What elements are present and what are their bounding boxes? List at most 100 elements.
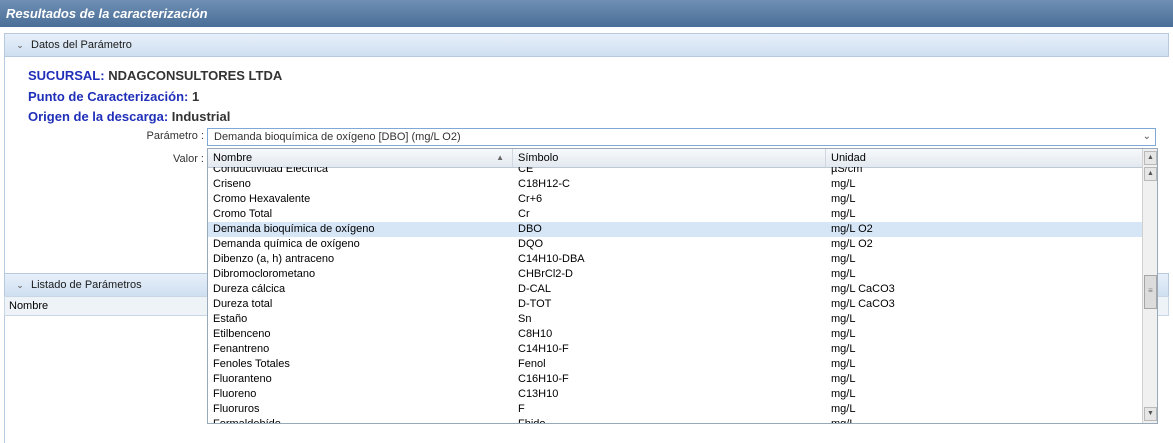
cell-nombre: Fenoles Totales <box>213 358 290 370</box>
cell-nombre: Cromo Hexavalente <box>213 193 311 205</box>
dropdown-rows: Conductividad Eléctrica CE µS/cm Criseno C18… <box>208 167 1143 423</box>
origen-value: Industrial <box>171 109 231 124</box>
cell-nombre: Fluoruros <box>213 403 260 415</box>
cell-nombre: Demanda química de oxígeno <box>213 238 360 250</box>
cell-unidad: mg/L <box>831 253 856 265</box>
dropdown-row[interactable]: Criseno C18H12-C mg/L <box>208 177 1143 192</box>
cell-simbolo: C14H10-F <box>518 343 569 355</box>
dropdown-row[interactable]: Dibenzo (a, h) antraceno C14H10-DBA mg/L <box>208 252 1143 267</box>
cell-simbolo: Cr+6 <box>518 193 543 205</box>
dropdown-row[interactable]: Formaldehído Fhido mg/L <box>208 417 1143 423</box>
scroll-thumb[interactable]: ≡ <box>1144 275 1157 309</box>
column-header-unidad[interactable]: Unidad <box>826 149 1143 167</box>
panel-border <box>4 57 5 296</box>
cell-simbolo: D-TOT <box>518 298 552 310</box>
dropdown-row[interactable]: Fluoruros Fmg/L <box>208 402 1143 417</box>
cell-nombre: Fenantreno <box>213 343 270 355</box>
cell-unidad: mg/L <box>831 268 856 280</box>
cell-nombre: Fluoreno <box>213 388 257 400</box>
scroll-up-icon[interactable]: ▲ <box>1144 151 1157 165</box>
cell-simbolo: DBO <box>518 223 542 235</box>
parametro-label: Parámetro : <box>146 130 204 142</box>
cell-unidad: mg/L <box>831 403 856 415</box>
dropdown-row[interactable]: Demanda química de oxígeno DQO mg/L O2 <box>208 237 1143 252</box>
column-header-simbolo[interactable]: Símbolo <box>513 149 826 167</box>
cell-unidad: mg/L CaCO3 <box>831 298 895 310</box>
sort-asc-icon: ▲ <box>496 153 504 162</box>
cell-simbolo: C14H10-DBA <box>518 253 585 265</box>
valor-label: Valor : <box>173 153 204 165</box>
sucursal-label: SUCURSAL: <box>28 68 105 83</box>
chevron-down-icon[interactable]: ⌄ <box>1143 129 1151 145</box>
cell-unidad: mg/L <box>831 358 856 370</box>
cell-unidad: mg/L CaCO3 <box>831 283 895 295</box>
punto-line: Punto de Caracterización: 1 <box>28 89 199 104</box>
dropdown-row[interactable]: Fenantreno C14H10-F mg/L <box>208 342 1143 357</box>
cell-unidad: mg/L <box>831 313 856 325</box>
scroll-down-icon[interactable]: ▼ <box>1144 407 1157 421</box>
cell-nombre: Estaño <box>213 313 248 325</box>
cell-simbolo: C16H10-F <box>518 373 569 385</box>
cell-simbolo: C18H12-C <box>518 178 570 190</box>
sucursal-value: NDAGCONSULTORES LTDA <box>108 68 283 83</box>
dropdown-row[interactable]: Etilbenceno C8H10 mg/L <box>208 327 1143 342</box>
cell-nombre: Etilbenceno <box>213 328 271 340</box>
dropdown-row[interactable]: Fluoranteno C16H10-F mg/L <box>208 372 1143 387</box>
cell-nombre: Dibenzo (a, h) antraceno <box>213 253 335 265</box>
listado-section-title: Listado de Parámetros <box>31 279 142 291</box>
cell-nombre: Demanda bioquímica de oxígeno <box>213 223 375 235</box>
sucursal-line: SUCURSAL: NDAGCONSULTORES LTDA <box>28 68 282 83</box>
dropdown-row[interactable]: Estaño Sn mg/L <box>208 312 1143 327</box>
cell-simbolo: F <box>518 403 525 415</box>
column-simbolo-label: Símbolo <box>518 152 559 164</box>
scroll-up-button[interactable]: ▲ <box>1144 167 1157 181</box>
cell-unidad: mg/L <box>831 343 856 355</box>
cell-nombre: Fluoranteno <box>213 373 272 385</box>
cell-unidad: mg/L <box>831 193 856 205</box>
cell-nombre: Dureza cálcica <box>213 283 286 295</box>
cell-unidad: mg/L <box>831 178 856 190</box>
chevron-down-icon[interactable]: ⌄ <box>13 34 27 56</box>
parametro-dropdown-list[interactable]: Nombre ▲ Símbolo Unidad Conductividad El… <box>207 148 1158 424</box>
origen-label: Origen de la descarga: <box>28 109 169 124</box>
cell-unidad: mg/L O2 <box>831 238 873 250</box>
dropdown-row[interactable]: Dibromoclorometano CHBrCl2-D mg/L <box>208 267 1143 282</box>
parametro-select-value: Demanda bioquímica de oxígeno [DBO] (mg/… <box>214 131 461 143</box>
column-header-nombre[interactable]: Nombre ▲ <box>208 149 513 167</box>
listado-column-nombre[interactable]: Nombre <box>9 300 48 312</box>
dropdown-row[interactable]: Dureza total D-TOT mg/L CaCO3 <box>208 297 1143 312</box>
punto-value: 1 <box>192 89 200 104</box>
dropdown-row[interactable]: Dureza cálcica D-CAL mg/L CaCO3 <box>208 282 1143 297</box>
datos-section-header[interactable]: ⌄ Datos del Parámetro <box>4 33 1169 57</box>
cell-unidad: mg/L <box>826 417 855 423</box>
cell-nombre: Criseno <box>213 178 251 190</box>
dropdown-row[interactable]: Fluoreno C13H10 mg/L <box>208 387 1143 402</box>
chevron-down-icon[interactable]: ⌄ <box>13 274 27 296</box>
cell-unidad: mg/L <box>831 373 856 385</box>
dropdown-row[interactable]: Cromo Total Cr mg/L <box>208 207 1143 222</box>
punto-label: Punto de Caracterización: <box>28 89 189 104</box>
cell-unidad: mg/L O2 <box>831 223 873 235</box>
cell-nombre: Formaldehído <box>208 417 281 423</box>
cell-simbolo: Fhido <box>513 417 546 423</box>
dropdown-row[interactable]: Fenoles Totales Fenol mg/L <box>208 357 1143 372</box>
cell-unidad: µS/cm <box>831 167 863 175</box>
panel-border <box>4 316 5 443</box>
column-unidad-label: Unidad <box>831 152 866 164</box>
cell-unidad: mg/L <box>831 388 856 400</box>
dropdown-row[interactable]: Cromo Hexavalente Cr+6 mg/L <box>208 192 1143 207</box>
cell-simbolo: Sn <box>518 313 532 325</box>
parametro-select[interactable]: Demanda bioquímica de oxígeno [DBO] (mg/… <box>207 128 1156 146</box>
cell-simbolo: C8H10 <box>518 328 553 340</box>
dropdown-row[interactable]: Demanda bioquímica de oxígeno DBO mg/L O2 <box>208 222 1143 237</box>
cell-simbolo: Cr <box>518 208 530 220</box>
dropdown-row[interactable]: Conductividad Eléctrica CE µS/cm <box>208 167 1143 177</box>
cell-unidad: mg/L <box>831 328 856 340</box>
cell-nombre: Dureza total <box>213 298 273 310</box>
datos-section-title: Datos del Parámetro <box>31 39 132 51</box>
cell-simbolo: DQO <box>518 238 544 250</box>
column-nombre-label: Nombre <box>213 152 253 164</box>
cell-nombre: Dibromoclorometano <box>213 268 316 280</box>
origen-line: Origen de la descarga: Industrial <box>28 109 230 124</box>
dropdown-scrollbar[interactable]: ▲ ▲ ≡ ▼ <box>1142 149 1157 423</box>
